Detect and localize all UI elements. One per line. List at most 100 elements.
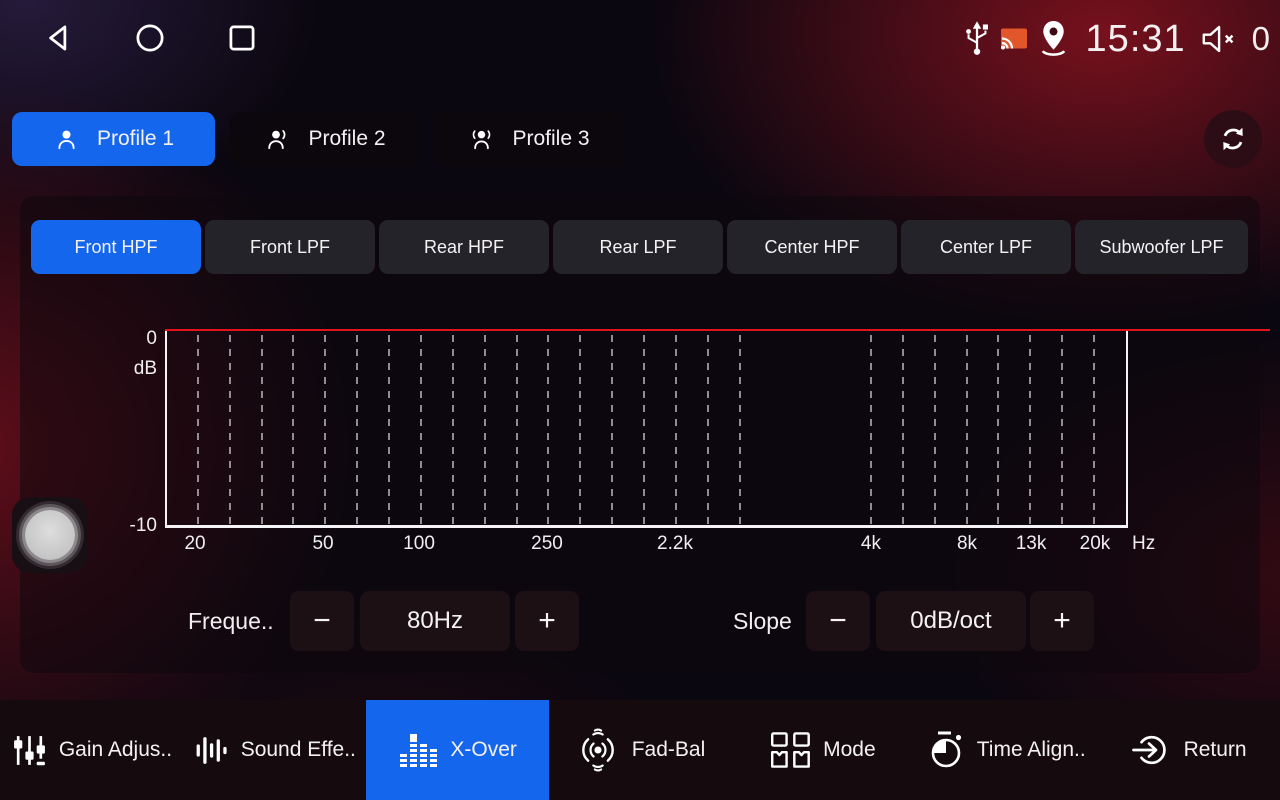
gridline [324,335,326,525]
frequency-minus-button[interactable]: − [290,591,354,651]
nav-item-label: Fad-Bal [632,738,706,762]
gridline [356,335,358,525]
gridline [1093,335,1095,525]
gridline [420,335,422,525]
gridline [1061,335,1063,525]
profile-label: Profile 1 [97,127,174,151]
nav-item-label: Return [1184,738,1247,762]
clock: 15:31 [1086,18,1186,61]
y-axis-unit: dB [112,358,157,380]
volume-knob[interactable] [12,497,88,573]
back-button[interactable] [36,16,80,60]
nav-item-mode[interactable]: Mode [731,700,914,800]
nav-item-x-over[interactable]: X-Over [366,700,549,800]
gridline [452,335,454,525]
fadbal-icon [575,727,621,773]
filter-tab-subwoofer-lpf[interactable]: Subwoofer LPF [1075,220,1248,274]
profile-label: Profile 2 [308,127,385,151]
location-icon [1036,18,1071,60]
filter-tabs: Front HPF Front LPFRear HPF Rear LPF Center… [31,220,1248,274]
gridline [997,335,999,525]
mode-icon [770,731,812,769]
profile-label: Profile 3 [512,127,589,151]
gridline [934,335,936,525]
head-unit-screen: 15:31 0 Profile 1 Profile 2 Profile 3 [0,0,1280,800]
x-tick-label: 20k [1080,533,1111,555]
slope-plus-button[interactable]: + [1030,591,1094,651]
gridline [292,335,294,525]
filter-tab-label: Subwoofer LPF [1099,237,1223,258]
sync-button[interactable] [1204,110,1262,168]
nav-item-label: Time Align.. [977,738,1086,762]
filter-tab-label: Front HPF [74,237,157,258]
person-3-icon [468,126,495,153]
nav-item-time-align[interactable]: Time Align.. [914,700,1097,800]
profile-tabs: Profile 1 Profile 2 Profile 3 [12,112,623,166]
gridline [966,335,968,525]
filter-tab-front-hpf[interactable]: Front HPF [31,220,201,274]
filter-tab-rear-hpf[interactable]: Rear HPF [379,220,549,274]
knob-circle-icon [25,510,75,560]
x-tick-label: 50 [312,533,333,555]
frequency-plus-button[interactable]: + [515,591,579,651]
nav-item-label: Sound Effe.. [241,738,356,762]
home-button[interactable] [128,16,172,60]
gridline [516,335,518,525]
android-nav-keys [36,16,264,60]
x-tick-label: 100 [403,533,435,555]
recents-icon [223,19,261,57]
gridline [611,335,613,525]
filter-tab-label: Center HPF [764,237,859,258]
slope-label: Slope [733,591,792,651]
x-axis-ticks: 20501002502.2k4k8k13k20k [165,533,1128,557]
nav-item-label: X-Over [450,738,517,762]
profile-tab-3[interactable]: Profile 3 [435,112,623,166]
gridline [579,335,581,525]
slope-minus-button[interactable]: − [806,591,870,651]
usb-icon [962,18,992,60]
gridline [197,335,199,525]
nav-item-return[interactable]: Return [1097,700,1280,800]
filter-tab-label: Rear LPF [599,237,676,258]
x-tick-label: 2.2k [657,533,693,555]
filter-tab-center-lpf[interactable]: Center LPF [901,220,1071,274]
volume-level: 0 [1252,20,1270,58]
slope-value: 0dB/oct [876,591,1026,651]
response-curve [165,329,1270,331]
person-1-icon [53,126,80,153]
sound-icon [193,732,230,769]
nav-item-fad-bal[interactable]: Fad-Bal [549,700,732,800]
gridline [547,335,549,525]
gain-icon [11,732,48,769]
status-bar: 15:31 0 [0,0,1280,80]
filter-tab-front-lpf[interactable]: Front LPF [205,220,375,274]
filter-tab-center-hpf[interactable]: Center HPF [727,220,897,274]
back-icon [39,19,77,57]
x-tick-label: 13k [1016,533,1047,555]
gridline [707,335,709,525]
frequency-label: Freque.. [188,591,286,651]
gridline [388,335,390,525]
nav-item-gain-adjus[interactable]: Gain Adjus.. [0,700,183,800]
cast-icon [999,26,1029,53]
nav-item-sound-effe[interactable]: Sound Effe.. [183,700,366,800]
nav-item-label: Gain Adjus.. [59,738,172,762]
home-icon [131,19,169,57]
filter-tab-rear-lpf[interactable]: Rear LPF [553,220,723,274]
plot-area [165,330,1128,528]
profile-tab-1[interactable]: Profile 1 [12,112,215,166]
x-tick-label: 20 [184,533,205,555]
recents-button[interactable] [220,16,264,60]
time-icon [926,729,966,771]
bottom-nav: Gain Adjus.. Sound Effe.. X-Over Fad-Bal Mod… [0,700,1280,800]
gridline [870,335,872,525]
gridline [643,335,645,525]
sync-icon [1217,123,1249,155]
profile-tab-2[interactable]: Profile 2 [230,112,420,166]
status-icons: 15:31 0 [962,0,1270,78]
y-axis-bottom-label: -10 [112,515,157,537]
y-axis-top-label: 0 [112,328,157,350]
gridline [1029,335,1031,525]
xover-icon [397,730,439,770]
gridline [261,335,263,525]
